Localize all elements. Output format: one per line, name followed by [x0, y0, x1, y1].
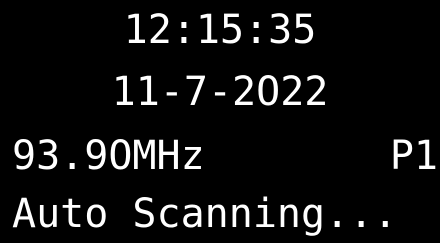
frequency-display: 93.9OMHz — [12, 133, 205, 179]
time-display: 12:15:35 — [123, 7, 317, 53]
status-row: Auto Scanning... — [0, 185, 440, 243]
station-row: 93.9OMHz P1 — [0, 127, 440, 185]
date-display: 11-7-2O22 — [111, 69, 329, 115]
preset-indicator: P1 — [389, 133, 438, 179]
scan-status: Auto Scanning... — [12, 191, 398, 237]
radio-display-screen: 12:15:35 11-7-2O22 93.9OMHz P1 Auto Scan… — [0, 0, 440, 243]
